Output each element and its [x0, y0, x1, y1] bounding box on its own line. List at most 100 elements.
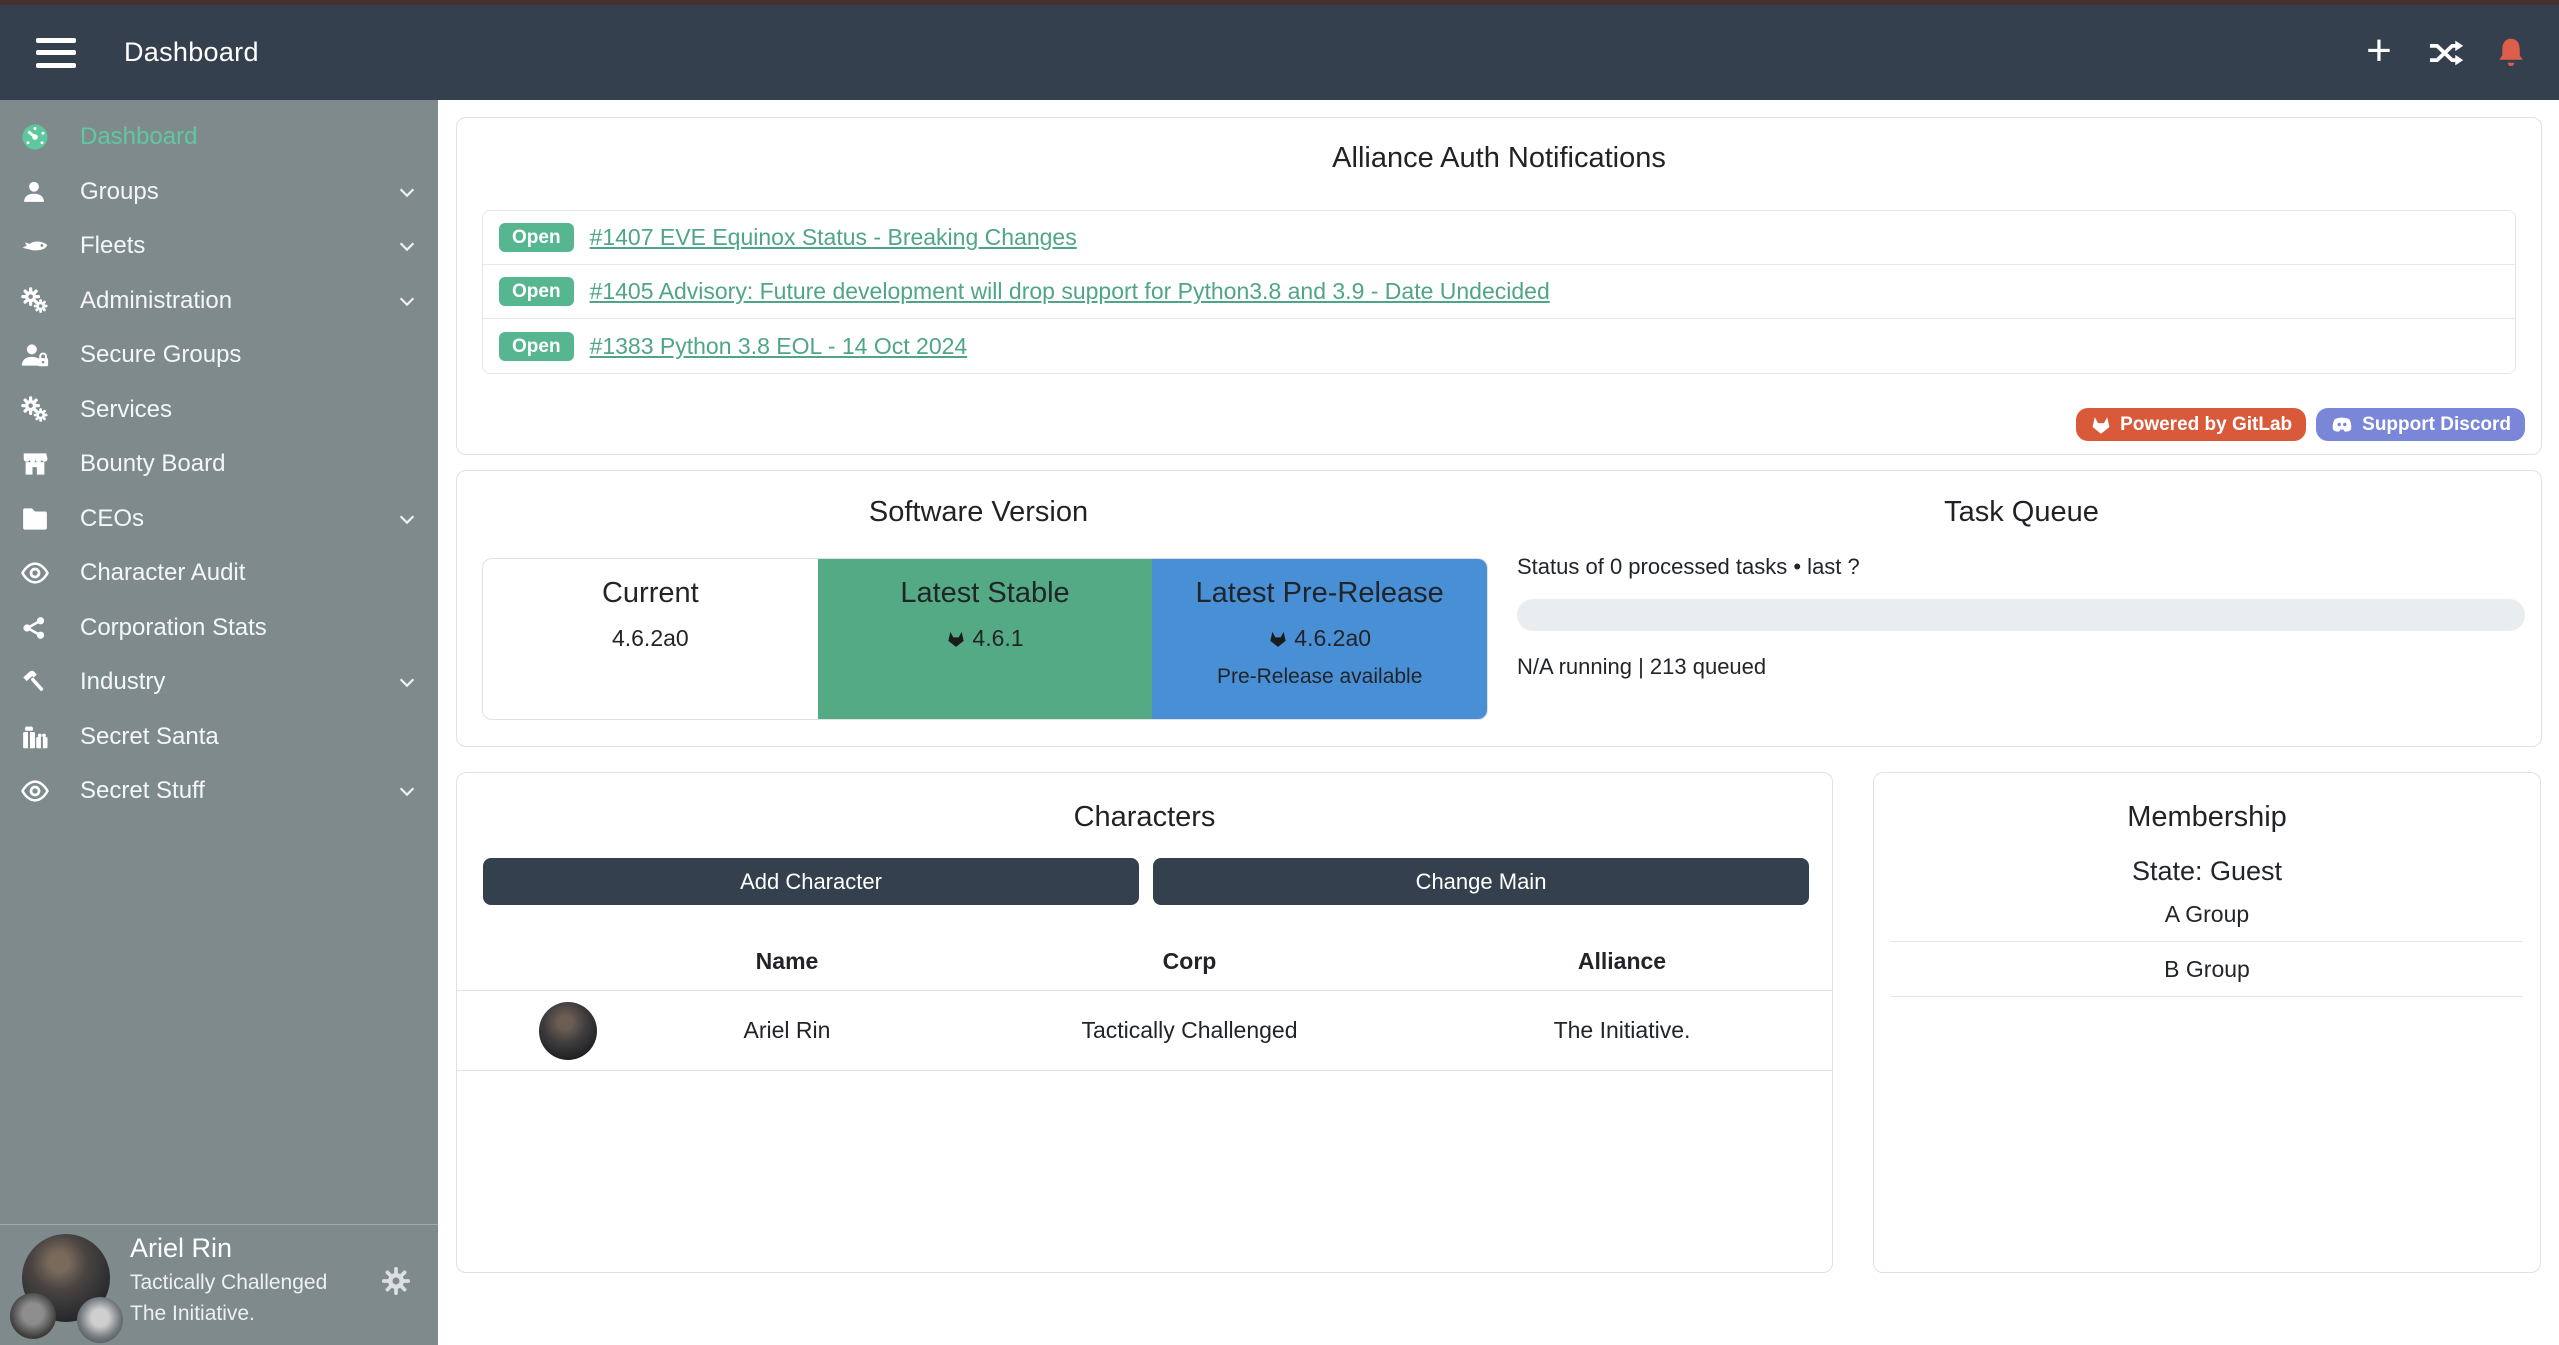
powered-by-gitlab-badge[interactable]: Powered by GitLab [2076, 408, 2306, 441]
status-badge: Open [499, 223, 574, 252]
chevron-down-icon [394, 780, 420, 802]
add-character-icon-button[interactable]: + [2359, 33, 2399, 73]
notification-item: Open #1405 Advisory: Future development … [483, 265, 2515, 319]
characters-table-header: Name Corp Alliance [457, 933, 1832, 991]
add-character-button[interactable]: Add Character [483, 858, 1139, 905]
notification-link[interactable]: #1405 Advisory: Future development will … [590, 278, 1550, 305]
chevron-down-icon [394, 181, 420, 203]
gitlab-icon [2090, 414, 2112, 436]
notifications-list: Open #1407 EVE Equinox Status - Breaking… [482, 210, 2516, 374]
alliance-logo [77, 1297, 123, 1343]
sidebar-item-label: Administration [66, 287, 394, 315]
sidebar-item-character-audit[interactable]: Character Audit [0, 546, 438, 601]
sidebar-item-label: Character Audit [66, 559, 420, 587]
user-settings-button[interactable] [380, 1265, 412, 1297]
sidebar-item-corporation-stats[interactable]: Corporation Stats [0, 601, 438, 656]
status-badge: Open [499, 277, 574, 306]
sidebar-item-label: Secret Stuff [66, 777, 394, 805]
store-icon [20, 449, 66, 479]
version-queue-panel: Software Version Current 4.6.2a0 Latest … [456, 470, 2542, 747]
notification-link[interactable]: #1407 EVE Equinox Status - Breaking Chan… [590, 224, 1077, 251]
status-badge: Open [499, 332, 574, 361]
sidebar-item-industry[interactable]: Industry [0, 655, 438, 710]
version-prerelease: Latest Pre-Release 4.6.2a0 Pre-Release a… [1152, 559, 1487, 719]
version-number: 4.6.1 [972, 625, 1023, 652]
sidebar-user-card: Ariel Rin Tactically Challenged The Init… [0, 1224, 438, 1345]
version-current: Current 4.6.2a0 [483, 559, 818, 719]
support-discord-badge[interactable]: Support Discord [2316, 408, 2525, 441]
gauge-icon [20, 122, 66, 152]
task-progress-bar [1517, 599, 2525, 631]
column-header-alliance: Alliance [1412, 948, 1832, 975]
sidebar-item-ceos[interactable]: CEOs [0, 492, 438, 547]
characters-panel: Characters Add Character Change Main Nam… [456, 772, 1833, 1273]
chevron-down-icon [394, 290, 420, 312]
eye-icon [20, 776, 66, 806]
sidebar-item-fleets[interactable]: Fleets [0, 219, 438, 274]
list-item: B Group [1891, 942, 2523, 997]
gear-icon [380, 1265, 412, 1297]
chevron-down-icon [394, 671, 420, 693]
sidebar-item-groups[interactable]: Groups [0, 165, 438, 220]
version-number: 4.6.2a0 [612, 625, 689, 652]
membership-title: Membership [1874, 801, 2540, 834]
user-alliance: The Initiative. [130, 1302, 327, 1326]
ship-icon [20, 231, 66, 261]
sidebar-nav: Dashboard Groups [0, 100, 438, 819]
notification-link[interactable]: #1383 Python 3.8 EOL - 14 Oct 2024 [590, 333, 968, 360]
character-alliance: The Initiative. [1412, 1017, 1832, 1044]
gitlab-icon [946, 629, 966, 649]
change-main-shuffle-button[interactable] [2425, 33, 2465, 73]
sidebar-item-administration[interactable]: Administration [0, 274, 438, 329]
membership-panel: Membership State: Guest A Group B Group [1873, 772, 2541, 1273]
sidebar-item-label: Bounty Board [66, 450, 420, 478]
software-version-section: Software Version Current 4.6.2a0 Latest … [457, 471, 1500, 746]
version-note: Pre-Release available [1217, 665, 1422, 689]
folder-icon [20, 504, 66, 534]
sidebar-item-dashboard[interactable]: Dashboard [0, 110, 438, 165]
gears-icon [20, 395, 66, 425]
hammer-icon [20, 667, 66, 697]
sidebar-item-secret-santa[interactable]: Secret Santa [0, 710, 438, 765]
version-label: Latest Stable [900, 577, 1069, 610]
chevron-down-icon [394, 235, 420, 257]
bell-icon [2493, 35, 2529, 71]
badge-label: Support Discord [2362, 414, 2511, 436]
version-box: Current 4.6.2a0 Latest Stable 4.6.1 Late… [482, 558, 1488, 720]
notifications-bell-button[interactable] [2491, 33, 2531, 73]
chevron-down-icon [394, 508, 420, 530]
task-queue-section: Task Queue Status of 0 processed tasks •… [1500, 471, 2543, 746]
share-icon [20, 614, 66, 642]
membership-state: State: Guest [1874, 856, 2540, 887]
sidebar-item-label: Dashboard [66, 123, 420, 151]
sidebar-item-bounty-board[interactable]: Bounty Board [0, 437, 438, 492]
characters-title: Characters [457, 801, 1832, 834]
version-stable: Latest Stable 4.6.1 [818, 559, 1153, 719]
page-title: Dashboard [124, 37, 259, 68]
sidebar-item-secure-groups[interactable]: Secure Groups [0, 328, 438, 383]
version-label: Latest Pre-Release [1196, 577, 1444, 610]
characters-table: Name Corp Alliance Ariel Rin Tactically … [457, 933, 1832, 1071]
eye-icon [20, 558, 66, 588]
gifts-icon [20, 722, 66, 752]
change-main-button[interactable]: Change Main [1153, 858, 1809, 905]
sidebar-item-secret-stuff[interactable]: Secret Stuff [0, 764, 438, 819]
sidebar-item-label: Fleets [66, 232, 394, 260]
notification-item: Open #1383 Python 3.8 EOL - 14 Oct 2024 [483, 319, 2515, 373]
corp-logo [10, 1293, 56, 1339]
table-row: Ariel Rin Tactically Challenged The Init… [457, 991, 1832, 1071]
character-corp: Tactically Challenged [967, 1017, 1412, 1044]
dashboard-screen: Dashboard + [0, 0, 2559, 1345]
sidebar-item-label: CEOs [66, 505, 394, 533]
user-corp: Tactically Challenged [130, 1271, 327, 1295]
notification-item: Open #1407 EVE Equinox Status - Breaking… [483, 211, 2515, 265]
sidebar-item-services[interactable]: Services [0, 383, 438, 438]
version-label: Current [602, 577, 699, 610]
sidebar: Dashboard Groups [0, 100, 438, 1345]
gitlab-icon [1268, 629, 1288, 649]
menu-toggle-button[interactable] [36, 38, 76, 68]
column-header-name: Name [607, 948, 967, 975]
sidebar-item-label: Secure Groups [66, 341, 420, 369]
shuffle-icon [2426, 34, 2464, 72]
task-queue-counts: N/A running | 213 queued [1517, 654, 1766, 680]
